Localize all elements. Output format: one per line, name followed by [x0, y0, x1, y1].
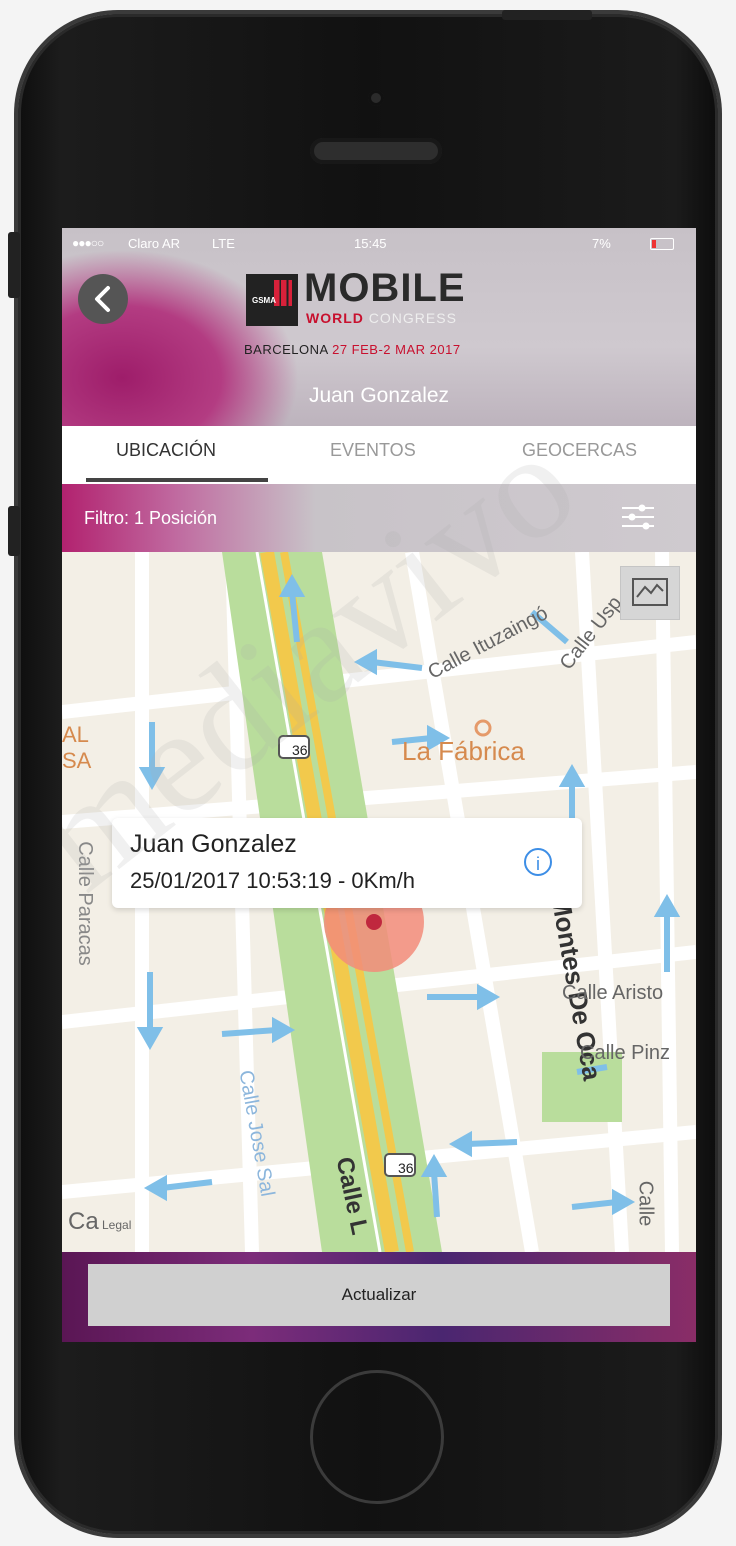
- app-screen: ●●●○○ Claro AR LTE 15:45 7% GSMA MOBILE: [62, 228, 696, 1342]
- tab-ubicacion[interactable]: UBICACIÓN: [116, 440, 216, 461]
- chevron-left-icon: [95, 286, 110, 312]
- street-label: Calle Aristo: [562, 982, 664, 1004]
- gsma-logo: GSMA: [246, 274, 298, 326]
- poi-label: La Fábrica: [402, 736, 525, 766]
- route-shield-label: 36: [398, 1160, 414, 1176]
- mwc-logo: GSMA MOBILE WORLD CONGRESS: [246, 266, 506, 328]
- phone-frame: ●●●○○ Claro AR LTE 15:45 7% GSMA MOBILE: [18, 14, 718, 1534]
- street-label: Ca: [68, 1208, 99, 1235]
- street-label: Calle Pinz: [580, 1042, 671, 1064]
- volume-button: [8, 506, 20, 556]
- update-button[interactable]: Actualizar: [88, 1264, 670, 1326]
- mute-switch: [8, 232, 20, 298]
- battery-icon: [650, 238, 674, 250]
- logo-world-congress: WORLD CONGRESS: [306, 310, 457, 326]
- status-time: 15:45: [354, 236, 387, 251]
- active-tab-indicator: [86, 478, 268, 482]
- logo-mobile-text: MOBILE: [304, 266, 466, 310]
- bottom-bar: Actualizar: [62, 1252, 696, 1342]
- power-button: [502, 10, 592, 20]
- earpiece-speaker: [310, 138, 442, 164]
- app-header: ●●●○○ Claro AR LTE 15:45 7% GSMA MOBILE: [62, 228, 696, 426]
- map-icon: [632, 578, 668, 606]
- front-camera: [368, 90, 384, 106]
- legal-link[interactable]: Legal: [102, 1218, 131, 1232]
- sliders-icon[interactable]: [618, 502, 658, 532]
- map-type-toggle[interactable]: [620, 566, 680, 620]
- event-dates: BARCELONA 27 FEB-2 MAR 2017: [244, 342, 461, 357]
- tab-bar: UBICACIÓN EVENTOS GEOCERCAS: [62, 426, 696, 484]
- tab-eventos[interactable]: EVENTOS: [330, 440, 416, 461]
- filter-label: Filtro: 1 Posición: [84, 508, 218, 528]
- info-icon[interactable]: i: [524, 848, 552, 876]
- network-type: LTE: [212, 236, 235, 251]
- status-bar: ●●●○○ Claro AR LTE 15:45 7%: [62, 228, 696, 256]
- battery-percent: 7%: [592, 236, 611, 251]
- home-button[interactable]: [310, 1370, 444, 1504]
- street-label: Calle: [634, 1180, 657, 1227]
- back-button[interactable]: [78, 274, 128, 324]
- signal-strength: ●●●○○: [72, 236, 104, 250]
- carrier-name: Claro AR: [128, 236, 181, 251]
- page-title: Juan Gonzalez: [308, 384, 450, 407]
